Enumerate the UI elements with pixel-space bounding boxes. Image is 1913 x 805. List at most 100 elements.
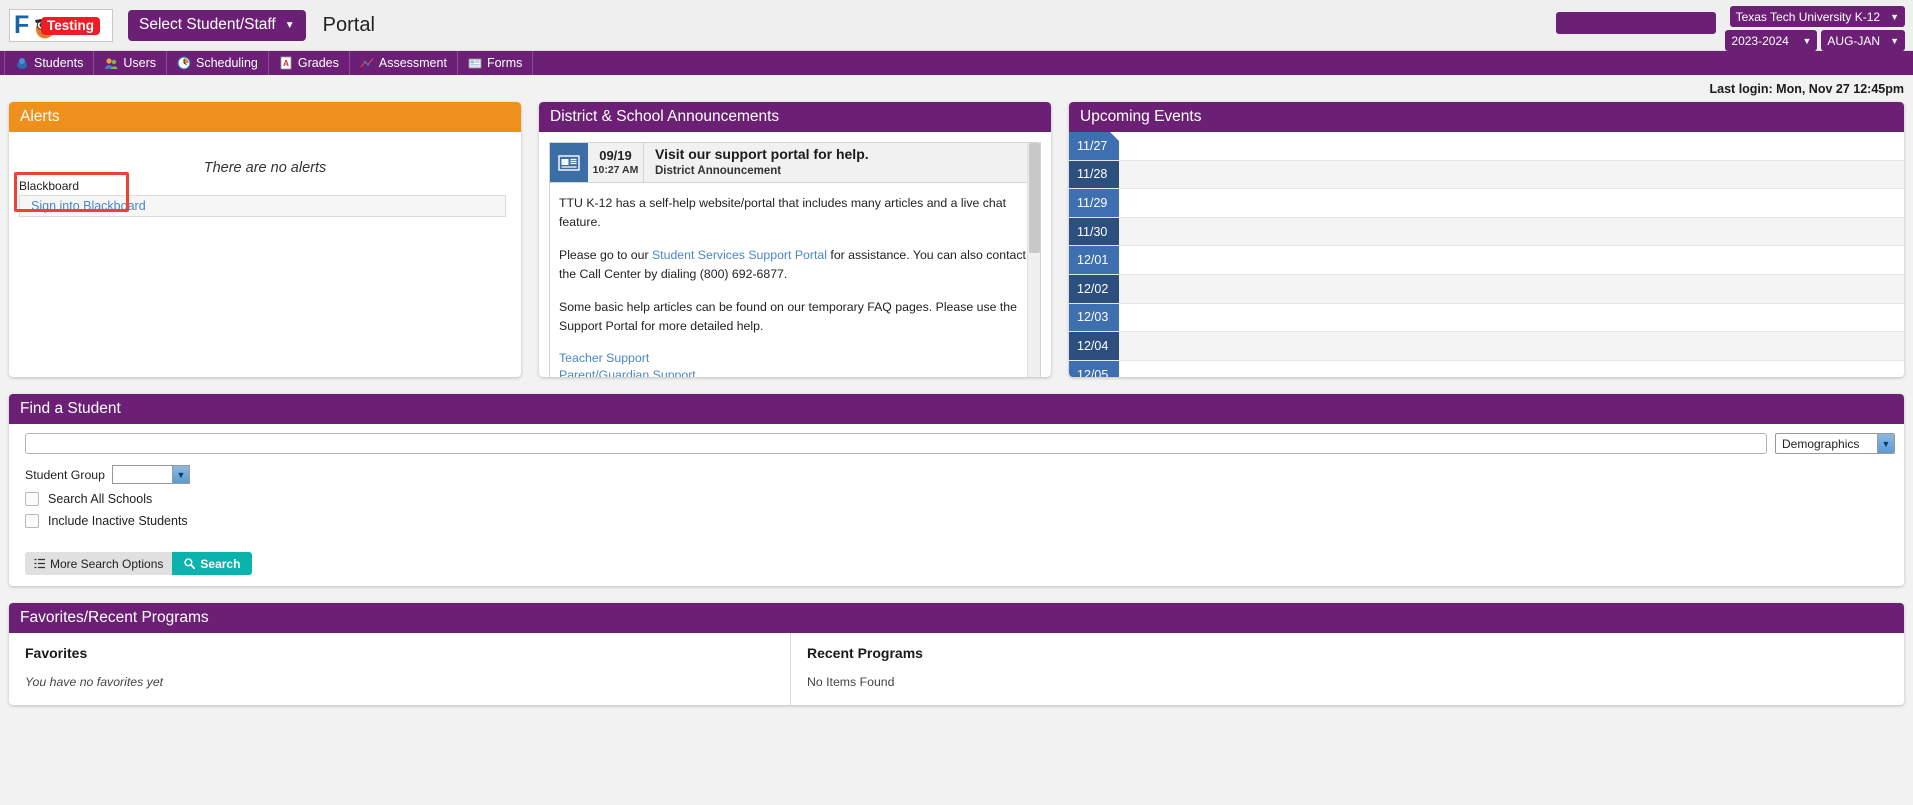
event-row[interactable]: 11/27 xyxy=(1069,132,1904,161)
chevron-down-icon: ▼ xyxy=(1802,35,1812,46)
announcement-paragraph-1: TTU K-12 has a self-help website/portal … xyxy=(559,196,1007,230)
nav-item-grades[interactable]: A Grades xyxy=(269,51,350,75)
include-inactive-students-checkbox[interactable] xyxy=(25,514,39,528)
announcement-icon-cell xyxy=(550,143,588,182)
event-date-label: 11/29 xyxy=(1077,195,1108,210)
event-date: 12/05 xyxy=(1069,360,1119,377)
nav-item-assessment[interactable]: Assessment xyxy=(350,51,458,75)
school-year-value: 2023-2024 xyxy=(1731,33,1789,48)
nav-label: Users xyxy=(123,56,156,70)
event-content xyxy=(1119,360,1904,377)
header-right-controls: Texas Tech University K-12 ▼ 2023-2024 ▼… xyxy=(1556,0,1905,51)
alerts-panel: Alerts There are no alerts Blackboard Si… xyxy=(9,102,521,377)
last-login-text: Last login: Mon, Nov 27 12:45pm xyxy=(1709,81,1904,96)
search-button[interactable]: Search xyxy=(172,552,253,575)
student-services-support-portal-link[interactable]: Student Services Support Portal xyxy=(652,248,827,262)
nav-label: Students xyxy=(34,56,84,70)
alerts-empty-message: There are no alerts xyxy=(203,160,327,176)
blackboard-row: Sign into Blackboard xyxy=(19,195,506,217)
nav-item-scheduling[interactable]: Scheduling xyxy=(167,51,269,75)
search-row: Demographics ▼ xyxy=(25,433,1895,454)
favorites-recent-programs-panel: Favorites/Recent Programs Favorites You … xyxy=(9,603,1904,705)
event-row[interactable]: 11/28 xyxy=(1069,160,1904,190)
upcoming-events-panel: Upcoming Events 11/27 11/28 11/29 11/30 … xyxy=(1069,102,1904,377)
chevron-down-icon: ▼ xyxy=(1890,11,1899,22)
nav-label: Assessment xyxy=(378,56,447,70)
event-content xyxy=(1119,189,1904,217)
para2-pre: Please go to our xyxy=(559,248,652,263)
event-date: 11/29 xyxy=(1069,189,1119,217)
event-row[interactable]: 12/02 xyxy=(1069,274,1904,304)
event-date: 11/30 xyxy=(1069,217,1119,246)
announcement-paragraph-2: Please go to our Student Services Suppor… xyxy=(559,246,1027,284)
parent-guardian-support-link[interactable]: Parent/Guardian Support xyxy=(559,367,1027,377)
favorites-heading: Favorites xyxy=(25,645,88,661)
event-content xyxy=(1119,217,1904,246)
event-date: 12/03 xyxy=(1069,303,1119,332)
announcement-paragraph-3: Some basic help articles can be found on… xyxy=(559,300,1017,334)
event-row[interactable]: 11/29 xyxy=(1069,189,1904,218)
announcements-panel: District & School Announcements 09/19 10… xyxy=(539,102,1051,377)
today-marker-icon xyxy=(1110,132,1119,141)
event-row[interactable]: 12/03 xyxy=(1069,303,1904,333)
term-select[interactable]: AUG-JAN ▼ xyxy=(1821,30,1905,51)
find-a-student-panel: Find a Student Demographics ▼ Student Gr… xyxy=(9,394,1904,586)
scrollbar-thumb[interactable] xyxy=(1029,143,1040,253)
recent-programs-empty-message: No Items Found xyxy=(807,675,895,689)
event-date: 11/27 xyxy=(1069,132,1119,160)
event-content xyxy=(1119,132,1904,160)
student-group-select[interactable]: ▼ xyxy=(111,465,190,484)
nav-label: Grades xyxy=(297,56,339,70)
logo-letter-icon: F xyxy=(14,10,30,39)
teacher-support-link[interactable]: Teacher Support xyxy=(559,350,1027,367)
event-content xyxy=(1119,332,1904,360)
event-row[interactable]: 11/30 xyxy=(1069,217,1904,247)
nav-item-students[interactable]: Students xyxy=(4,51,95,75)
header-search-input[interactable] xyxy=(1556,12,1717,34)
select-student-staff-button[interactable]: Select Student/Staff ▼ xyxy=(128,9,306,41)
announcements-scrollbar[interactable] xyxy=(1027,143,1040,377)
announcement-headline: Visit our support portal for help. xyxy=(655,146,869,163)
event-content xyxy=(1119,274,1904,303)
newspaper-icon xyxy=(558,154,580,171)
favorites-panel-title: Favorites/Recent Programs xyxy=(9,603,1904,633)
include-inactive-students-label: Include Inactive Students xyxy=(48,514,188,528)
search-actions: More Search Options Search xyxy=(25,552,1895,575)
demographics-select[interactable]: Demographics ▼ xyxy=(1775,433,1895,454)
term-value: AUG-JAN xyxy=(1827,33,1881,48)
search-all-schools-checkbox[interactable] xyxy=(25,492,39,506)
event-date-label: 11/28 xyxy=(1077,167,1108,182)
chevron-down-icon: ▼ xyxy=(284,19,295,31)
events-panel-title: Upcoming Events xyxy=(1069,102,1904,132)
include-inactive-row: Include Inactive Students xyxy=(25,514,1895,528)
support-links-list: Teacher Support Parent/Guardian Support … xyxy=(559,350,1027,377)
dashboard-panels: Alerts There are no alerts Blackboard Si… xyxy=(0,102,1913,377)
grades-icon: A xyxy=(280,56,292,70)
event-row[interactable]: 12/04 xyxy=(1069,332,1904,361)
find-a-student-body: Demographics ▼ Student Group ▼ Search Al… xyxy=(9,424,1904,586)
event-date-label: 12/05 xyxy=(1077,367,1109,377)
event-date-label: 12/02 xyxy=(1077,281,1109,296)
student-icon xyxy=(17,58,27,69)
more-search-options-button[interactable]: More Search Options xyxy=(25,552,173,575)
announcements-panel-body: 09/19 10:27 AM Visit our support portal … xyxy=(539,132,1051,377)
search-button-label: Search xyxy=(200,556,241,571)
app-logo[interactable]: F Testing xyxy=(9,8,113,42)
student-search-input[interactable] xyxy=(25,433,1767,454)
options-list-icon xyxy=(34,558,45,569)
event-date-label: 12/03 xyxy=(1077,310,1109,325)
event-row[interactable]: 12/05 xyxy=(1069,360,1904,377)
school-select[interactable]: Texas Tech University K-12 ▼ xyxy=(1729,6,1905,27)
nav-item-forms[interactable]: Forms xyxy=(458,51,534,75)
main-navigation: Students Users Scheduling A Grades Asses… xyxy=(0,51,1913,75)
announcements-panel-title: District & School Announcements xyxy=(539,102,1051,132)
sign-into-blackboard-link[interactable]: Sign into Blackboard xyxy=(31,199,146,213)
page-title: Portal xyxy=(322,13,375,36)
announcement-header[interactable]: 09/19 10:27 AM Visit our support portal … xyxy=(550,143,1040,183)
nav-item-users[interactable]: Users xyxy=(94,51,167,75)
event-content xyxy=(1119,246,1904,274)
chart-icon xyxy=(360,58,374,68)
recent-programs-heading: Recent Programs xyxy=(807,645,923,661)
school-year-select[interactable]: 2023-2024 ▼ xyxy=(1725,30,1818,51)
event-row[interactable]: 12/01 xyxy=(1069,246,1904,275)
